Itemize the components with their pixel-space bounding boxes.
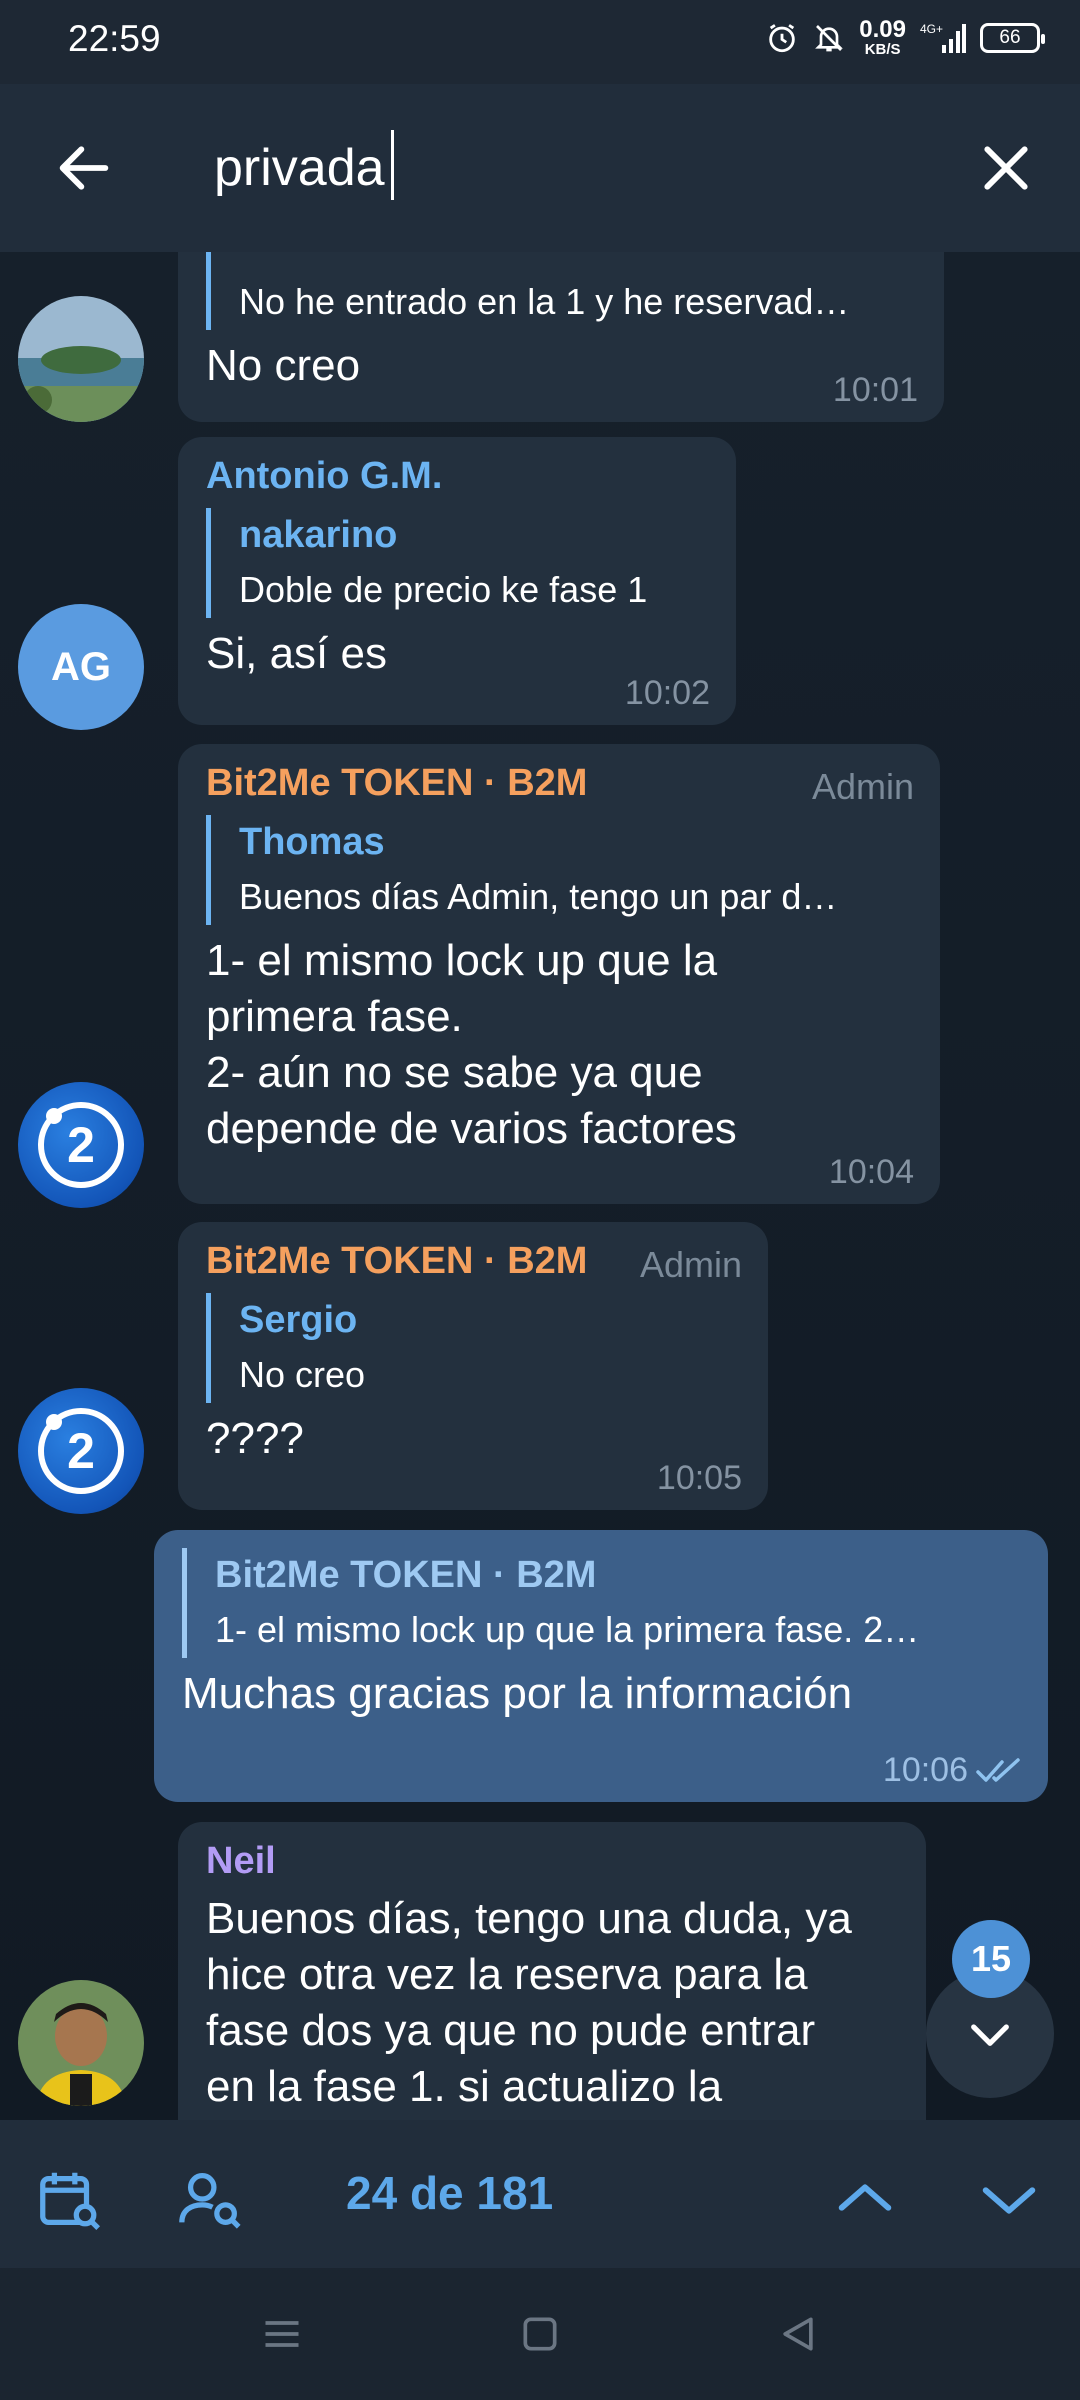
quote-text: No creo xyxy=(239,1354,366,1395)
search-result-counter: 24 de 181 xyxy=(346,2167,554,2219)
system-nav-bar xyxy=(0,2268,1080,2400)
sender-name[interactable]: Neil xyxy=(206,1840,900,1883)
reply-quote[interactable]: Thomas Buenos días Admin, tengo un par d… xyxy=(206,815,914,925)
bit2me-logo-icon: 2 xyxy=(38,1408,124,1494)
quote-author xyxy=(239,252,918,274)
message-line: primera fase. xyxy=(206,992,463,1041)
message-line: 1- el mismo lock up que la xyxy=(206,936,718,985)
message-line: 2- aún no se sabe ya que xyxy=(206,1048,703,1097)
message-text: Muchas gracias por la información xyxy=(182,1669,853,1718)
search-header xyxy=(0,84,1080,252)
message-line: fase dos ya que no pude entrar xyxy=(206,2006,816,2055)
battery-indicator: 66 xyxy=(980,22,1045,53)
message-bubble[interactable]: Bit2Me TOKEN · B2M Admin Sergio No creo … xyxy=(178,1222,768,1510)
status-time: 22:59 xyxy=(68,18,161,59)
admin-badge: Admin xyxy=(639,1244,742,1285)
message-bubble[interactable]: Bit2Me TOKEN · B2M Admin Thomas Buenos d… xyxy=(178,744,940,1204)
menu-icon[interactable] xyxy=(260,2312,304,2356)
bit2me-logo-icon: 2 xyxy=(38,1102,124,1188)
quote-author: Thomas xyxy=(239,821,385,863)
back-arrow-icon[interactable] xyxy=(52,136,116,200)
avatar-photo[interactable] xyxy=(18,296,144,422)
svg-text:2: 2 xyxy=(67,1423,95,1479)
message-text: No creo xyxy=(206,341,361,390)
net-speed-unit: KB/S xyxy=(864,41,901,58)
message-line: hice otra vez la reserva para la xyxy=(206,1950,808,1999)
svg-text:4G+: 4G+ xyxy=(920,22,943,36)
chat-messages[interactable]: No he entrado en la 1 y he reservad… No … xyxy=(0,252,1080,2120)
back-icon[interactable] xyxy=(776,2312,820,2356)
chevron-down-icon xyxy=(971,2024,1009,2046)
alarm-icon xyxy=(769,23,796,52)
reply-quote[interactable]: No he entrado en la 1 y he reservad… xyxy=(206,252,918,330)
message-bubble[interactable]: Antonio G.M. nakarino Doble de precio ke… xyxy=(178,437,736,725)
message-time: 10:01 xyxy=(832,371,918,409)
unread-count-badge: 15 xyxy=(952,1920,1030,1998)
bell-off-icon xyxy=(815,24,844,51)
message-line: en la fase 1. si actualizo la xyxy=(206,2062,723,2111)
message-bubble[interactable]: No he entrado en la 1 y he reservad… No … xyxy=(178,252,944,422)
reply-quote[interactable]: nakarino Doble de precio ke fase 1 xyxy=(206,508,710,618)
chevron-up-icon[interactable] xyxy=(830,2164,900,2234)
quote-text: Buenos días Admin, tengo un par d… xyxy=(239,876,838,917)
avatar-photo[interactable] xyxy=(18,1980,144,2106)
sender-name[interactable]: Bit2Me TOKEN · B2M xyxy=(206,762,914,805)
landscape-photo-icon xyxy=(18,296,144,422)
message-bubble[interactable]: Neil Buenos días, tengo una duda, ya hic… xyxy=(178,1822,926,2120)
quote-author: Bit2Me TOKEN · B2M xyxy=(215,1554,597,1596)
message-time: 10:05 xyxy=(656,1459,742,1497)
message-text: Buenos días, tengo una duda, ya hice otr… xyxy=(206,1891,900,2115)
avatar-initials[interactable]: AG xyxy=(18,604,144,730)
quote-author: Sergio xyxy=(239,1299,358,1341)
sender-name[interactable]: Antonio G.M. xyxy=(206,455,710,498)
outgoing-message-bubble[interactable]: Bit2Me TOKEN · B2M 1- el mismo lock up q… xyxy=(154,1530,1048,1802)
home-icon[interactable] xyxy=(518,2312,562,2356)
quote-author: nakarino xyxy=(239,514,398,556)
close-icon[interactable] xyxy=(974,136,1038,200)
user-search-icon[interactable] xyxy=(176,2164,246,2234)
message-line: Buenos días, tengo una duda, ya xyxy=(206,1894,852,1943)
search-input[interactable] xyxy=(214,128,954,208)
net-speed-value: 0.09 xyxy=(859,16,906,43)
status-bar: 22:59 0.09 KB/S 4G+ 66 xyxy=(0,0,1080,84)
quote-text: 1- el mismo lock up que la primera fase.… xyxy=(215,1609,920,1650)
avatar-bit2me[interactable]: 2 xyxy=(18,1388,144,1514)
reply-quote[interactable]: Sergio No creo xyxy=(206,1293,742,1403)
search-nav-bar: 24 de 181 xyxy=(0,2120,1080,2268)
person-photo-icon xyxy=(18,1980,144,2106)
text-caret xyxy=(391,130,394,200)
status-icons: 0.09 KB/S 4G+ 66 xyxy=(765,16,1045,58)
message-time: 10:02 xyxy=(624,674,710,712)
avatar-bit2me[interactable]: 2 xyxy=(18,1082,144,1208)
message-line: depende de varios factores xyxy=(206,1104,737,1153)
message-text: 1- el mismo lock up que la primera fase.… xyxy=(206,933,914,1157)
calendar-search-icon[interactable] xyxy=(34,2164,104,2234)
admin-badge: Admin xyxy=(811,766,914,807)
net-speed: 0.09 KB/S xyxy=(859,16,906,58)
message-time: 10:04 xyxy=(828,1153,914,1191)
double-check-icon xyxy=(976,1758,1020,1782)
svg-text:2: 2 xyxy=(67,1117,95,1173)
reply-quote[interactable]: Bit2Me TOKEN · B2M 1- el mismo lock up q… xyxy=(182,1548,1022,1658)
quote-text: Doble de precio ke fase 1 xyxy=(239,569,648,610)
chevron-down-icon[interactable] xyxy=(974,2164,1044,2234)
signal-icon: 4G+ xyxy=(920,22,966,53)
quote-text: No he entrado en la 1 y he reservad… xyxy=(239,281,850,322)
message-time: 10:06 xyxy=(882,1751,968,1789)
